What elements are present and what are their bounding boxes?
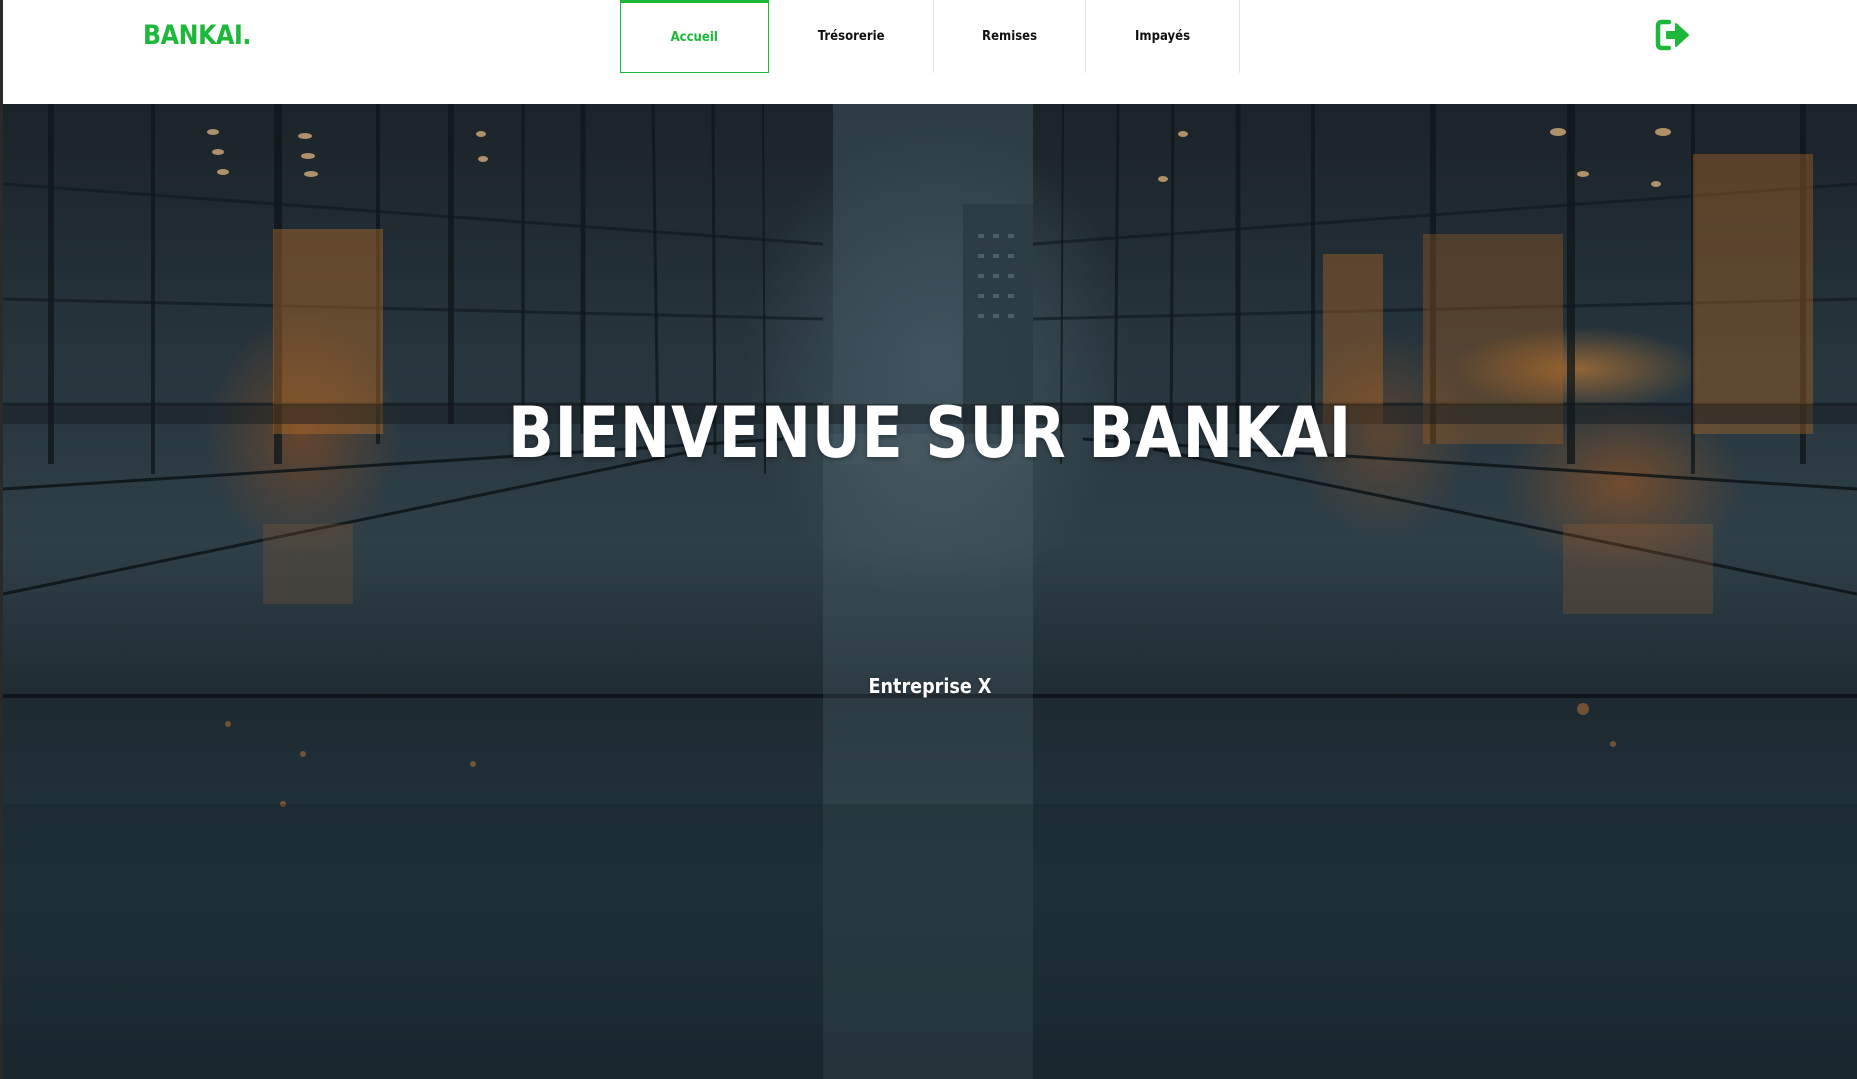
brand-logo[interactable]: BANKAI.: [143, 20, 251, 51]
tab-impayes-label: Impayés: [1135, 29, 1190, 44]
hero-background-image: [3, 104, 1857, 1079]
tab-remises-label: Remises: [981, 29, 1038, 44]
tab-tresorerie[interactable]: Trésorerie: [769, 0, 934, 73]
top-navbar: BANKAI. Accueil Trésorerie Remises Impay…: [0, 0, 1857, 104]
window-edge: [0, 0, 3, 1079]
company-name: Entreprise X: [868, 674, 992, 698]
sign-out-icon: [1655, 19, 1689, 51]
page: BANKAI. Accueil Trésorerie Remises Impay…: [0, 0, 1857, 1079]
tab-accueil-label: Accueil: [670, 30, 719, 45]
tab-impayes[interactable]: Impayés: [1086, 0, 1240, 73]
tab-accueil[interactable]: Accueil: [620, 0, 769, 73]
tab-remises[interactable]: Remises: [934, 0, 1086, 73]
logout-button[interactable]: [1655, 19, 1691, 51]
hero-title: BIENVENUE SUR BANKAI: [507, 392, 1353, 474]
hero-banner: BIENVENUE SUR BANKAI Entreprise X: [3, 104, 1857, 1079]
tab-tresorerie-label: Trésorerie: [817, 29, 885, 44]
main-nav: Accueil Trésorerie Remises Impayés: [620, 0, 1240, 73]
